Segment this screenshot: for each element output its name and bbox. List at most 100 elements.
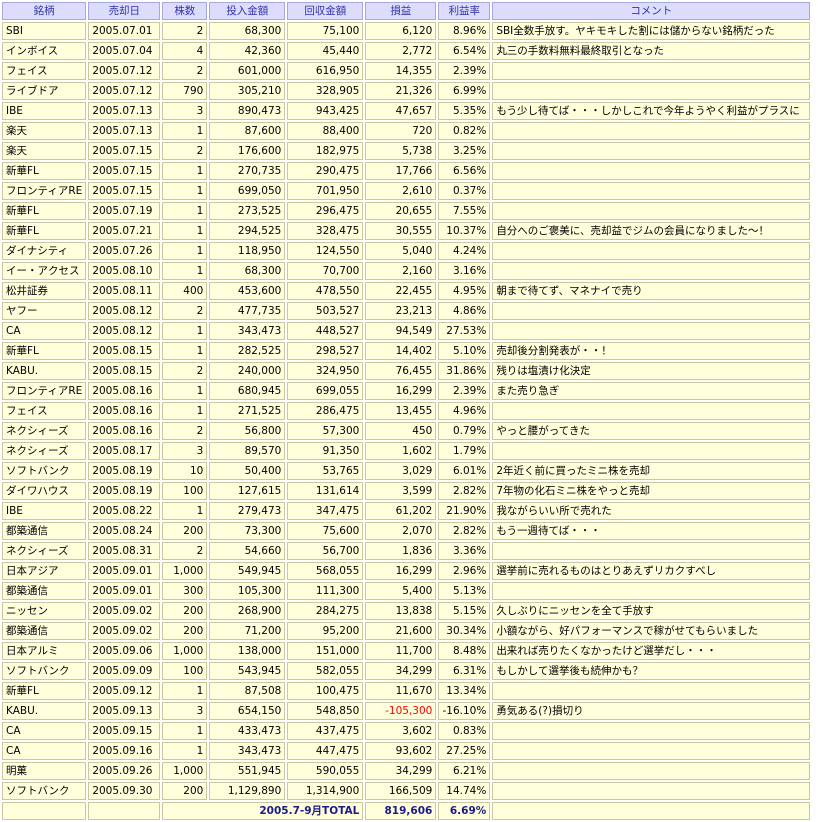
table-row: 新華FL 2005.07.15 1 270,735 290,475 17,766 6.56% <box>2 162 811 180</box>
table-row: ニッセン 2005.09.02 200 268,900 284,275 13,838 5.1… <box>2 602 811 620</box>
cell-invested: 343,473 <box>209 322 286 340</box>
cell-invested: 68,300 <box>209 22 286 40</box>
cell-invested: 680,945 <box>209 382 286 400</box>
cell-recovered: 324,950 <box>287 362 364 380</box>
cell-comment: もう少し待てば・・・しかしこれで今年ようやく利益がプラスに <box>492 102 811 120</box>
cell-recovered: 131,614 <box>287 482 364 500</box>
cell-stock: ネクシィーズ <box>2 442 87 460</box>
cell-shares: 1 <box>162 202 208 220</box>
cell-sell-date: 2005.08.24 <box>88 522 161 540</box>
cell-rate: 3.36% <box>438 542 491 560</box>
cell-stock: CA <box>2 742 87 760</box>
cell-shares: 2 <box>162 62 208 80</box>
cell-invested: 601,000 <box>209 62 286 80</box>
cell-sell-date: 2005.09.13 <box>88 702 161 720</box>
table-row: CA 2005.08.12 1 343,473 448,527 94,549 27.53% <box>2 322 811 340</box>
cell-comment <box>492 82 811 100</box>
table-row: 日本アルミ 2005.09.06 1,000 138,000 151,000 11,700… <box>2 642 811 660</box>
cell-rate: 2.39% <box>438 382 491 400</box>
cell-stock: 都築通信 <box>2 622 87 640</box>
total-empty-2 <box>88 802 161 820</box>
cell-sell-date: 2005.09.02 <box>88 622 161 640</box>
cell-profit: 20,655 <box>365 202 437 220</box>
cell-rate: -16.10% <box>438 702 491 720</box>
table-row: ネクシィーズ 2005.08.31 2 54,660 56,700 1,836 3.36% <box>2 542 811 560</box>
cell-shares: 3 <box>162 702 208 720</box>
cell-shares: 200 <box>162 602 208 620</box>
cell-recovered: 111,300 <box>287 582 364 600</box>
cell-invested: 890,473 <box>209 102 286 120</box>
cell-sell-date: 2005.07.13 <box>88 102 161 120</box>
cell-recovered: 75,100 <box>287 22 364 40</box>
cell-sell-date: 2005.08.16 <box>88 382 161 400</box>
cell-sell-date: 2005.08.17 <box>88 442 161 460</box>
cell-recovered: 582,055 <box>287 662 364 680</box>
cell-sell-date: 2005.08.16 <box>88 402 161 420</box>
total-label: 2005.7-9月TOTAL <box>162 802 364 820</box>
cell-shares: 1,000 <box>162 762 208 780</box>
cell-rate: 21.90% <box>438 502 491 520</box>
header-stock: 銘柄 <box>2 2 87 20</box>
table-row: イー・アクセス 2005.08.10 1 68,300 70,700 2,160 3.16% <box>2 262 811 280</box>
cell-sell-date: 2005.08.10 <box>88 262 161 280</box>
cell-recovered: 91,350 <box>287 442 364 460</box>
cell-profit: 3,029 <box>365 462 437 480</box>
cell-invested: 271,525 <box>209 402 286 420</box>
cell-profit: 61,202 <box>365 502 437 520</box>
cell-comment <box>492 722 811 740</box>
cell-rate: 6.31% <box>438 662 491 680</box>
cell-stock: フェイス <box>2 62 87 80</box>
cell-shares: 1 <box>162 502 208 520</box>
cell-rate: 5.10% <box>438 342 491 360</box>
cell-recovered: 616,950 <box>287 62 364 80</box>
cell-invested: 56,800 <box>209 422 286 440</box>
total-empty-1 <box>2 802 87 820</box>
cell-invested: 343,473 <box>209 742 286 760</box>
cell-stock: ネクシィーズ <box>2 422 87 440</box>
cell-sell-date: 2005.09.26 <box>88 762 161 780</box>
table-row: 都築通信 2005.08.24 200 73,300 75,600 2,070 2.82% も… <box>2 522 811 540</box>
cell-stock: 都築通信 <box>2 522 87 540</box>
cell-comment: 朝まで待てず、マネナイで売り <box>492 282 811 300</box>
table-row: CA 2005.09.16 1 343,473 447,475 93,602 27.25% <box>2 742 811 760</box>
cell-profit: 2,610 <box>365 182 437 200</box>
table-row: ソフトバンク 2005.09.30 200 1,129,890 1,314,900 166… <box>2 782 811 800</box>
cell-recovered: 182,975 <box>287 142 364 160</box>
cell-profit: 47,657 <box>365 102 437 120</box>
cell-recovered: 328,475 <box>287 222 364 240</box>
cell-invested: 240,000 <box>209 362 286 380</box>
cell-recovered: 70,700 <box>287 262 364 280</box>
cell-stock: 新華FL <box>2 162 87 180</box>
cell-invested: 282,525 <box>209 342 286 360</box>
cell-rate: 7.55% <box>438 202 491 220</box>
cell-comment: 久しぶりにニッセンを全て手放す <box>492 602 811 620</box>
cell-sell-date: 2005.08.22 <box>88 502 161 520</box>
cell-profit: 23,213 <box>365 302 437 320</box>
cell-stock: フロンティアRE <box>2 382 87 400</box>
table-row: IBE 2005.07.13 3 890,473 943,425 47,657 5.35% も… <box>2 102 811 120</box>
cell-recovered: 75,600 <box>287 522 364 540</box>
cell-invested: 699,050 <box>209 182 286 200</box>
cell-comment <box>492 62 811 80</box>
cell-comment <box>492 782 811 800</box>
cell-stock: ヤフー <box>2 302 87 320</box>
cell-recovered: 45,440 <box>287 42 364 60</box>
cell-profit: 1,836 <box>365 542 437 560</box>
cell-profit: 2,070 <box>365 522 437 540</box>
cell-comment <box>492 162 811 180</box>
cell-sell-date: 2005.09.06 <box>88 642 161 660</box>
cell-stock: SBI <box>2 22 87 40</box>
cell-profit: 14,355 <box>365 62 437 80</box>
cell-recovered: 290,475 <box>287 162 364 180</box>
cell-rate: 2.82% <box>438 482 491 500</box>
cell-stock: フロンティアRE <box>2 182 87 200</box>
table-row: SBI 2005.07.01 2 68,300 75,100 6,120 8.96% SBI全… <box>2 22 811 40</box>
header-row: 銘柄 売却日 株数 投入金額 回収金額 損益 利益率 コメント <box>2 2 811 20</box>
cell-invested: 71,200 <box>209 622 286 640</box>
cell-stock: 新華FL <box>2 682 87 700</box>
cell-recovered: 124,550 <box>287 242 364 260</box>
cell-rate: 6.56% <box>438 162 491 180</box>
header-shares: 株数 <box>162 2 208 20</box>
cell-invested: 305,210 <box>209 82 286 100</box>
cell-comment: 出来れば売りたくなかったけど選挙だし・・・ <box>492 642 811 660</box>
